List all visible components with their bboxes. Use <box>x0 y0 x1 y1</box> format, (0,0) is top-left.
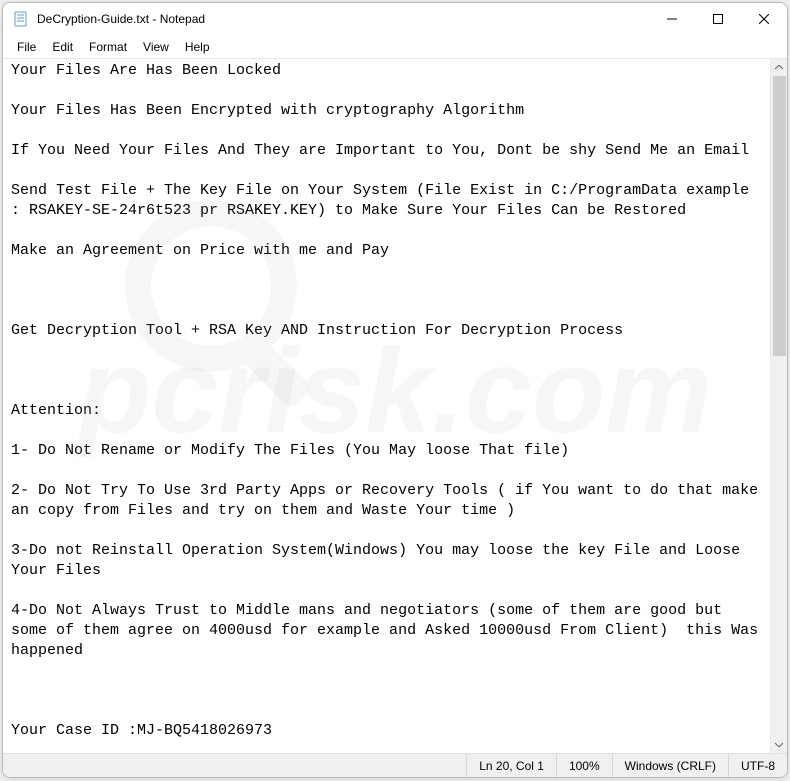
content-area: Your Files Are Has Been Locked Your File… <box>3 59 787 753</box>
scrollbar-thumb[interactable] <box>773 76 786 356</box>
window-controls <box>649 3 787 35</box>
minimize-button[interactable] <box>649 3 695 35</box>
chevron-down-icon <box>775 742 783 747</box>
statusbar: Ln 20, Col 1 100% Windows (CRLF) UTF-8 <box>3 753 787 777</box>
status-encoding: UTF-8 <box>728 754 787 777</box>
minimize-icon <box>667 14 677 24</box>
status-zoom: 100% <box>556 754 612 777</box>
menu-view[interactable]: View <box>135 38 177 56</box>
vertical-scrollbar[interactable] <box>770 59 787 753</box>
text-editor[interactable]: Your Files Are Has Been Locked Your File… <box>3 59 770 753</box>
menu-format[interactable]: Format <box>81 38 135 56</box>
menu-edit[interactable]: Edit <box>44 38 81 56</box>
close-icon <box>759 14 769 24</box>
close-button[interactable] <box>741 3 787 35</box>
scrollbar-track[interactable] <box>771 76 787 736</box>
status-line-ending: Windows (CRLF) <box>612 754 728 777</box>
notepad-icon <box>13 11 29 27</box>
window-title: DeCryption-Guide.txt - Notepad <box>37 12 649 26</box>
status-position: Ln 20, Col 1 <box>466 754 556 777</box>
notepad-window: DeCryption-Guide.txt - Notepad File Edit… <box>2 2 788 778</box>
chevron-up-icon <box>775 65 783 70</box>
menu-file[interactable]: File <box>9 38 44 56</box>
maximize-button[interactable] <box>695 3 741 35</box>
scroll-up-button[interactable] <box>771 59 787 76</box>
scroll-down-button[interactable] <box>771 736 787 753</box>
menubar: File Edit Format View Help <box>3 35 787 59</box>
titlebar[interactable]: DeCryption-Guide.txt - Notepad <box>3 3 787 35</box>
maximize-icon <box>713 14 723 24</box>
menu-help[interactable]: Help <box>177 38 218 56</box>
